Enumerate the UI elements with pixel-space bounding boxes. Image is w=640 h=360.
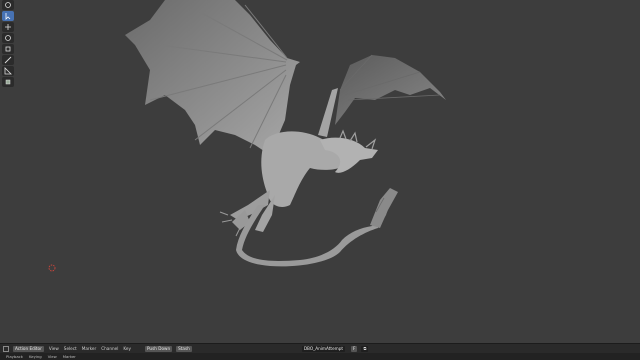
status-keying[interactable]: Keying: [29, 354, 42, 359]
annotate-tool[interactable]: [2, 55, 14, 65]
status-marker[interactable]: Marker: [63, 354, 76, 359]
menu-view[interactable]: View: [49, 346, 59, 351]
editor-type-icon[interactable]: [3, 345, 9, 352]
add-cube-tool[interactable]: [2, 77, 14, 87]
menu-marker[interactable]: Marker: [82, 346, 96, 351]
new-action-button[interactable]: ⧉: [361, 345, 369, 352]
menu-key[interactable]: Key: [123, 346, 131, 351]
cursor-tool[interactable]: [2, 0, 14, 10]
rotate-icon: [5, 35, 11, 41]
move-tool[interactable]: [2, 22, 14, 32]
scale-tool[interactable]: [2, 44, 14, 54]
annotate-icon: [4, 56, 12, 64]
action-name-field[interactable]: DBO_AnimAttempt: [301, 345, 346, 352]
status-view[interactable]: View: [48, 354, 57, 359]
3d-cursor-icon[interactable]: [48, 264, 56, 272]
status-playback[interactable]: Playback: [6, 354, 23, 359]
push-down-button[interactable]: Push Down: [144, 345, 173, 352]
status-bar: Playback Keying View Marker: [0, 353, 640, 360]
action-editor-header: Action Editor View Select Marker Channel…: [0, 343, 640, 353]
cursor-icon: [5, 2, 11, 8]
3d-viewport[interactable]: [0, 0, 640, 343]
measure-icon: [4, 67, 12, 75]
editor-mode-dropdown[interactable]: Action Editor: [13, 345, 44, 352]
add-cube-icon: [5, 79, 11, 85]
dragon-model: [125, 0, 446, 267]
fake-user-toggle[interactable]: F: [351, 345, 358, 352]
scale-icon: [5, 46, 11, 52]
rotate-tool[interactable]: [2, 33, 14, 43]
menu-channel[interactable]: Channel: [101, 346, 118, 351]
select-box-icon: [5, 13, 11, 20]
tool-shelf: [2, 0, 15, 87]
move-icon: [5, 24, 11, 30]
measure-tool[interactable]: [2, 66, 14, 76]
menu-select[interactable]: Select: [64, 346, 77, 351]
select-tool[interactable]: [2, 11, 14, 21]
stash-button[interactable]: Stash: [176, 345, 192, 352]
